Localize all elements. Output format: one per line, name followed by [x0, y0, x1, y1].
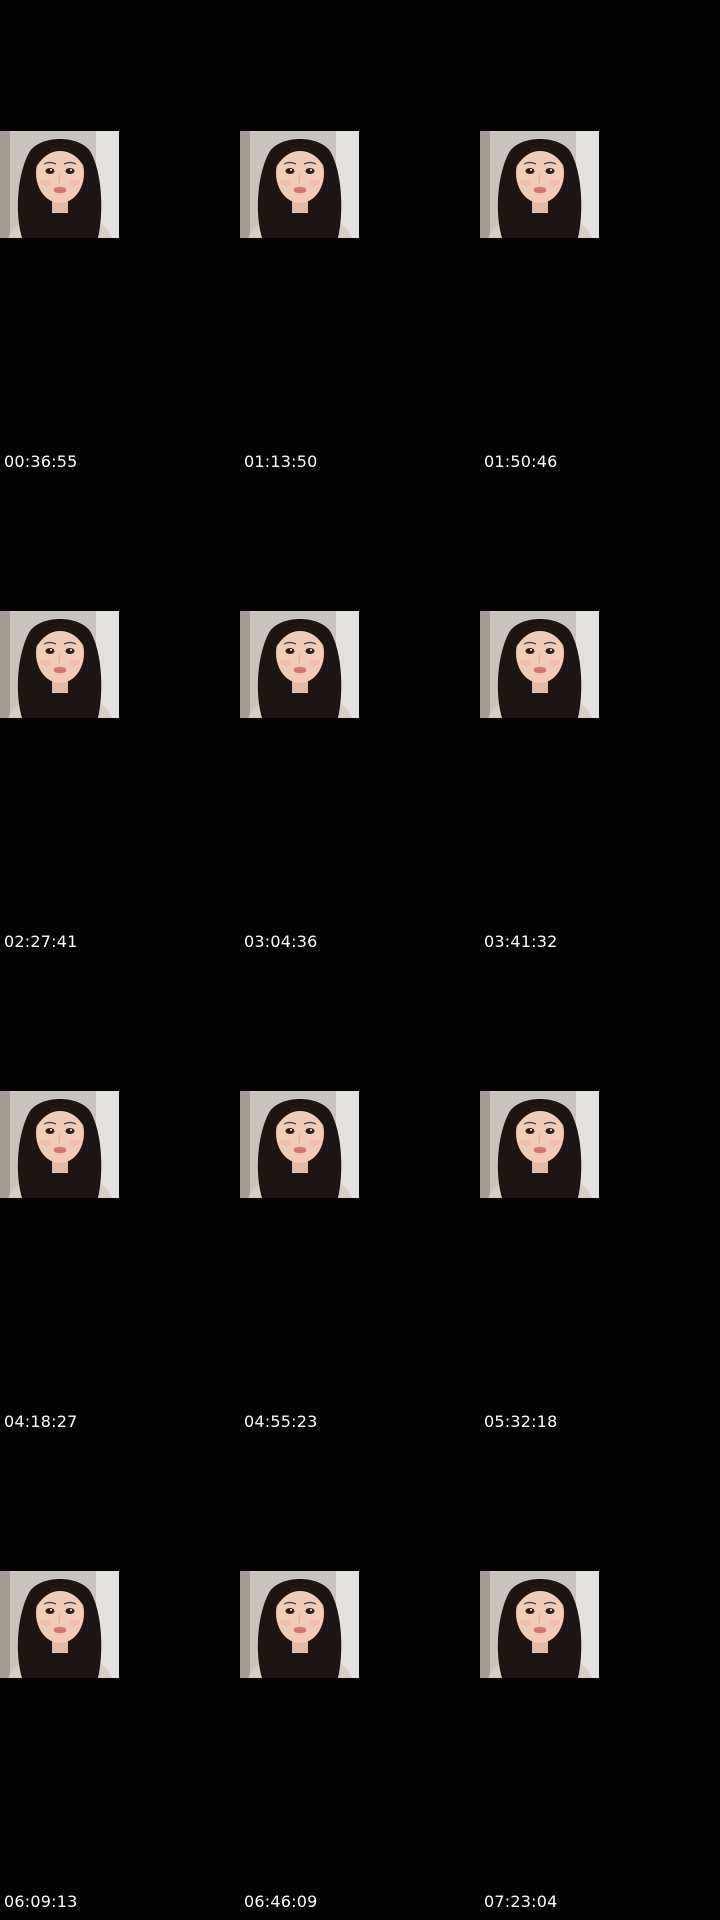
- frame-timestamp: 06:46:09: [244, 1892, 318, 1911]
- frame-thumbnail[interactable]: [240, 1091, 359, 1198]
- frame-thumbnail[interactable]: [480, 1571, 599, 1678]
- frame-cell[interactable]: 07:23:04: [480, 1440, 720, 1920]
- frame-thumbnail[interactable]: [0, 1091, 119, 1198]
- frame-timestamp: 07:23:04: [484, 1892, 558, 1911]
- frame-thumbnail[interactable]: [240, 611, 359, 718]
- frame-thumbnail[interactable]: [240, 131, 359, 238]
- frame-timestamp: 05:32:18: [484, 1412, 558, 1431]
- frame-cell[interactable]: 04:18:27: [0, 960, 240, 1440]
- frame-timestamp: 06:09:13: [4, 1892, 78, 1911]
- frame-thumbnail[interactable]: [240, 1571, 359, 1678]
- frame-cell[interactable]: 00:36:55: [0, 0, 240, 480]
- frame-thumbnail[interactable]: [0, 611, 119, 718]
- portrait-thumbnail-icon: [480, 1091, 599, 1198]
- portrait-thumbnail-icon: [240, 131, 359, 238]
- portrait-thumbnail-icon: [0, 1571, 119, 1678]
- portrait-thumbnail-icon: [480, 611, 599, 718]
- frame-timestamp: 03:04:36: [244, 932, 318, 951]
- frame-timestamp: 04:18:27: [4, 1412, 78, 1431]
- frame-cell[interactable]: 01:13:50: [240, 0, 480, 480]
- portrait-thumbnail-icon: [240, 1091, 359, 1198]
- frame-cell[interactable]: 03:04:36: [240, 480, 480, 960]
- frame-timestamp: 04:55:23: [244, 1412, 318, 1431]
- frame-thumbnail[interactable]: [0, 131, 119, 238]
- portrait-thumbnail-icon: [240, 1571, 359, 1678]
- frame-timestamp: 02:27:41: [4, 932, 78, 951]
- portrait-thumbnail-icon: [240, 611, 359, 718]
- frame-timestamp: 01:13:50: [244, 452, 318, 471]
- frame-thumbnail[interactable]: [480, 611, 599, 718]
- frame-cell[interactable]: 03:41:32: [480, 480, 720, 960]
- frame-cell[interactable]: 06:09:13: [0, 1440, 240, 1920]
- portrait-thumbnail-icon: [0, 1091, 119, 1198]
- portrait-thumbnail-icon: [0, 131, 119, 238]
- portrait-thumbnail-icon: [480, 1571, 599, 1678]
- frame-cell[interactable]: 05:32:18: [480, 960, 720, 1440]
- frame-timestamp: 00:36:55: [4, 452, 78, 471]
- frame-timestamp: 03:41:32: [484, 932, 558, 951]
- frame-cell[interactable]: 04:55:23: [240, 960, 480, 1440]
- frame-cell[interactable]: 06:46:09: [240, 1440, 480, 1920]
- frame-cell[interactable]: 01:50:46: [480, 0, 720, 480]
- frame-thumbnail[interactable]: [480, 131, 599, 238]
- frame-thumbnail[interactable]: [0, 1571, 119, 1678]
- frame-thumbnail[interactable]: [480, 1091, 599, 1198]
- frame-timestamp: 01:50:46: [484, 452, 558, 471]
- portrait-thumbnail-icon: [480, 131, 599, 238]
- portrait-thumbnail-icon: [0, 611, 119, 718]
- contact-sheet: 00:36:55 01:13:50 01:50:46 02:27:41 03:0…: [0, 0, 720, 1920]
- frame-cell[interactable]: 02:27:41: [0, 480, 240, 960]
